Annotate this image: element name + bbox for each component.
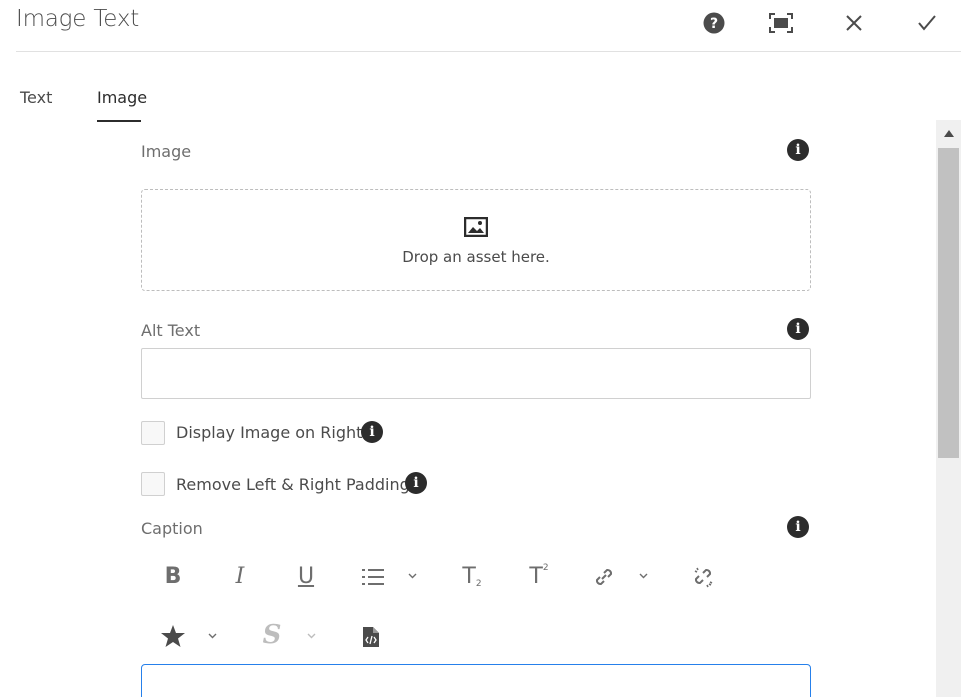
info-icon[interactable]: i	[787, 516, 809, 538]
bold-icon: B	[164, 563, 182, 589]
display-image-right-checkbox[interactable]	[141, 421, 165, 445]
superscript-icon: T	[529, 563, 543, 589]
unlink-button[interactable]	[690, 562, 716, 592]
header-divider	[16, 51, 961, 52]
image-dropzone[interactable]: Drop an asset here.	[141, 189, 811, 291]
superscript-button[interactable]: T 2	[525, 561, 553, 591]
svg-text:?: ?	[710, 16, 718, 32]
tab-text[interactable]: Text	[20, 88, 52, 107]
superscript-mark: 2	[542, 563, 549, 573]
source-edit-button[interactable]	[359, 622, 383, 652]
tab-selected-indicator	[97, 120, 141, 122]
close-icon	[846, 15, 862, 31]
subscript-mark: 2	[475, 579, 482, 589]
link-icon	[595, 568, 613, 586]
styles-button[interactable]: S	[259, 620, 285, 650]
special-characters-button[interactable]	[159, 621, 187, 651]
scrollbar-thumb[interactable]	[938, 148, 959, 458]
close-button[interactable]	[839, 8, 869, 38]
code-file-icon	[363, 627, 379, 647]
tab-image[interactable]: Image	[97, 88, 147, 107]
done-button[interactable]	[912, 8, 942, 38]
bold-button[interactable]: B	[160, 561, 186, 591]
scroll-up-button[interactable]	[936, 124, 961, 142]
info-icon[interactable]: i	[361, 421, 383, 443]
info-icon[interactable]: i	[787, 139, 809, 161]
link-button[interactable]	[592, 562, 616, 592]
underline-button[interactable]: U	[294, 561, 318, 591]
chevron-down-icon[interactable]	[408, 573, 417, 579]
info-icon[interactable]: i	[405, 472, 427, 494]
subscript-button[interactable]: T 2	[458, 561, 486, 591]
list-icon	[362, 569, 384, 585]
help-icon: ?	[703, 12, 725, 34]
subscript-icon: T	[462, 563, 476, 589]
styles-icon: S	[262, 620, 282, 650]
help-button[interactable]: ?	[699, 8, 729, 38]
chevron-down-icon[interactable]	[307, 633, 316, 639]
unlink-icon	[694, 567, 713, 588]
alt-text-input[interactable]	[141, 348, 811, 399]
italic-button[interactable]: I	[228, 561, 252, 591]
chevron-down-icon[interactable]	[208, 633, 217, 639]
remove-padding-label[interactable]: Remove Left & Right Padding	[176, 475, 410, 494]
info-icon[interactable]: i	[787, 318, 809, 340]
star-icon	[161, 625, 185, 647]
dialog-title: Image Text	[16, 6, 140, 32]
caption-label: Caption	[141, 519, 203, 538]
underline-icon: U	[297, 563, 315, 589]
dropzone-text: Drop an asset here.	[402, 248, 550, 266]
checkmark-icon	[918, 15, 936, 31]
image-label: Image	[141, 142, 192, 161]
triangle-up-icon	[943, 129, 954, 137]
alt-text-label: Alt Text	[141, 321, 201, 340]
remove-padding-checkbox[interactable]	[141, 472, 165, 496]
list-button[interactable]	[361, 562, 385, 592]
caption-editor[interactable]	[141, 664, 811, 697]
dialog-header: Image Text ?	[0, 0, 969, 52]
chevron-down-icon[interactable]	[639, 573, 648, 579]
italic-icon: I	[235, 563, 245, 589]
fullscreen-icon	[769, 13, 793, 33]
image-icon	[464, 217, 488, 237]
display-image-right-label[interactable]: Display Image on Right	[176, 423, 362, 442]
fullscreen-button[interactable]	[766, 8, 796, 38]
